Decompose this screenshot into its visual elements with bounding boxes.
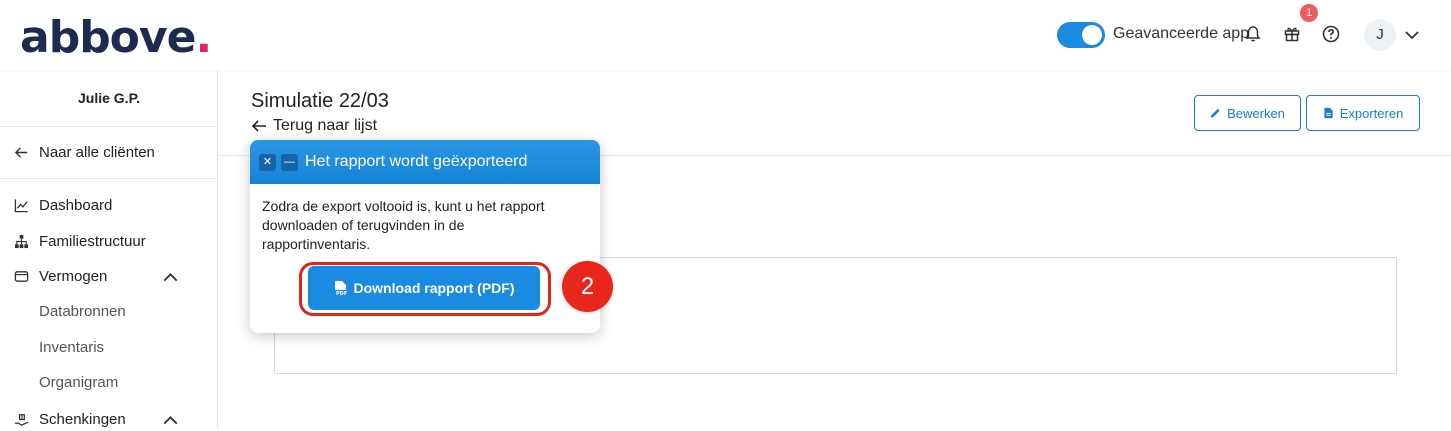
sidebar-subitem-organigram[interactable]: Organigram [39,374,118,391]
popup-title: Het rapport wordt geëxporteerd [305,153,528,170]
file-icon [1324,107,1333,119]
page-title: Simulatie 22/03 [251,90,389,112]
chevron-up-icon [163,416,178,425]
download-report-button[interactable]: PDF Download rapport (PDF) [308,266,540,310]
advanced-app-toggle[interactable] [1057,22,1105,48]
edit-button[interactable]: Bewerken [1194,95,1301,131]
back-to-clients-link[interactable]: Naar alle cliënten [14,140,204,164]
edit-button-label: Bewerken [1227,105,1285,121]
sidebar-item-vermogen[interactable]: Vermogen [14,264,204,288]
svg-text:PDF: PDF [336,291,347,296]
export-button[interactable]: Exporteren [1306,95,1420,131]
sidebar-subitem-databronnen[interactable]: Databronnen [39,303,126,320]
logo[interactable]: abbove. [20,12,212,63]
sidebar-item-familiestructuur[interactable]: Familiestructuur [14,229,204,253]
gift-notification-badge: 1 [1300,4,1318,22]
sitemap-icon [14,234,29,248]
chevron-down-icon[interactable] [1403,26,1421,44]
hand-gift-icon [14,413,29,426]
export-button-label: Exporteren [1339,105,1404,121]
sidebar: Julie G.P. Naar alle cliënten Dashboard … [0,70,218,429]
sidebar-item-schenkingen[interactable]: Schenkingen [14,407,204,431]
sidebar-item-label: Vermogen [39,267,108,285]
bell-icon[interactable] [1243,24,1263,44]
download-report-label: Download rapport (PDF) [353,280,515,296]
step-number-badge: 2 [562,261,613,312]
back-to-list-label: Terug naar lijst [273,117,378,134]
help-icon[interactable] [1321,24,1341,44]
sidebar-client-name: Julie G.P. [78,90,140,106]
advanced-app-label: Geavanceerde app [1113,25,1250,42]
back-to-clients-label: Naar alle cliënten [39,143,155,161]
pencil-icon [1211,108,1220,118]
gift-icon[interactable] [1282,24,1302,44]
sidebar-item-label: Dashboard [39,196,113,214]
sidebar-item-dashboard[interactable]: Dashboard [14,193,204,217]
top-header: abbove. Geavanceerde app 1 J [0,0,1451,70]
back-to-list-link[interactable]: Terug naar lijst [251,117,377,135]
toggle-knob [1082,25,1102,45]
sidebar-divider [0,126,218,127]
sidebar-item-label: Familiestructuur [39,232,146,250]
sidebar-divider [0,178,218,179]
arrow-left-icon [251,120,266,132]
chevron-up-icon [163,273,178,282]
sidebar-subitem-inventaris[interactable]: Inventaris [39,339,104,356]
pdf-file-icon: PDF [334,281,347,296]
chart-line-icon [14,198,28,212]
popup-header: ✕ — Het rapport wordt geëxporteerd [250,140,600,184]
export-popup: ✕ — Het rapport wordt geëxporteerd Zodra… [250,140,600,333]
popup-minimize-button[interactable]: — [281,153,298,171]
popup-close-button[interactable]: ✕ [259,153,276,171]
arrow-left-icon [14,146,28,158]
sidebar-item-label: Schenkingen [39,410,126,428]
user-avatar[interactable]: J [1364,19,1396,51]
wallet-icon [14,270,29,282]
popup-message: Zodra de export voltooid is, kunt u het … [262,198,545,252]
